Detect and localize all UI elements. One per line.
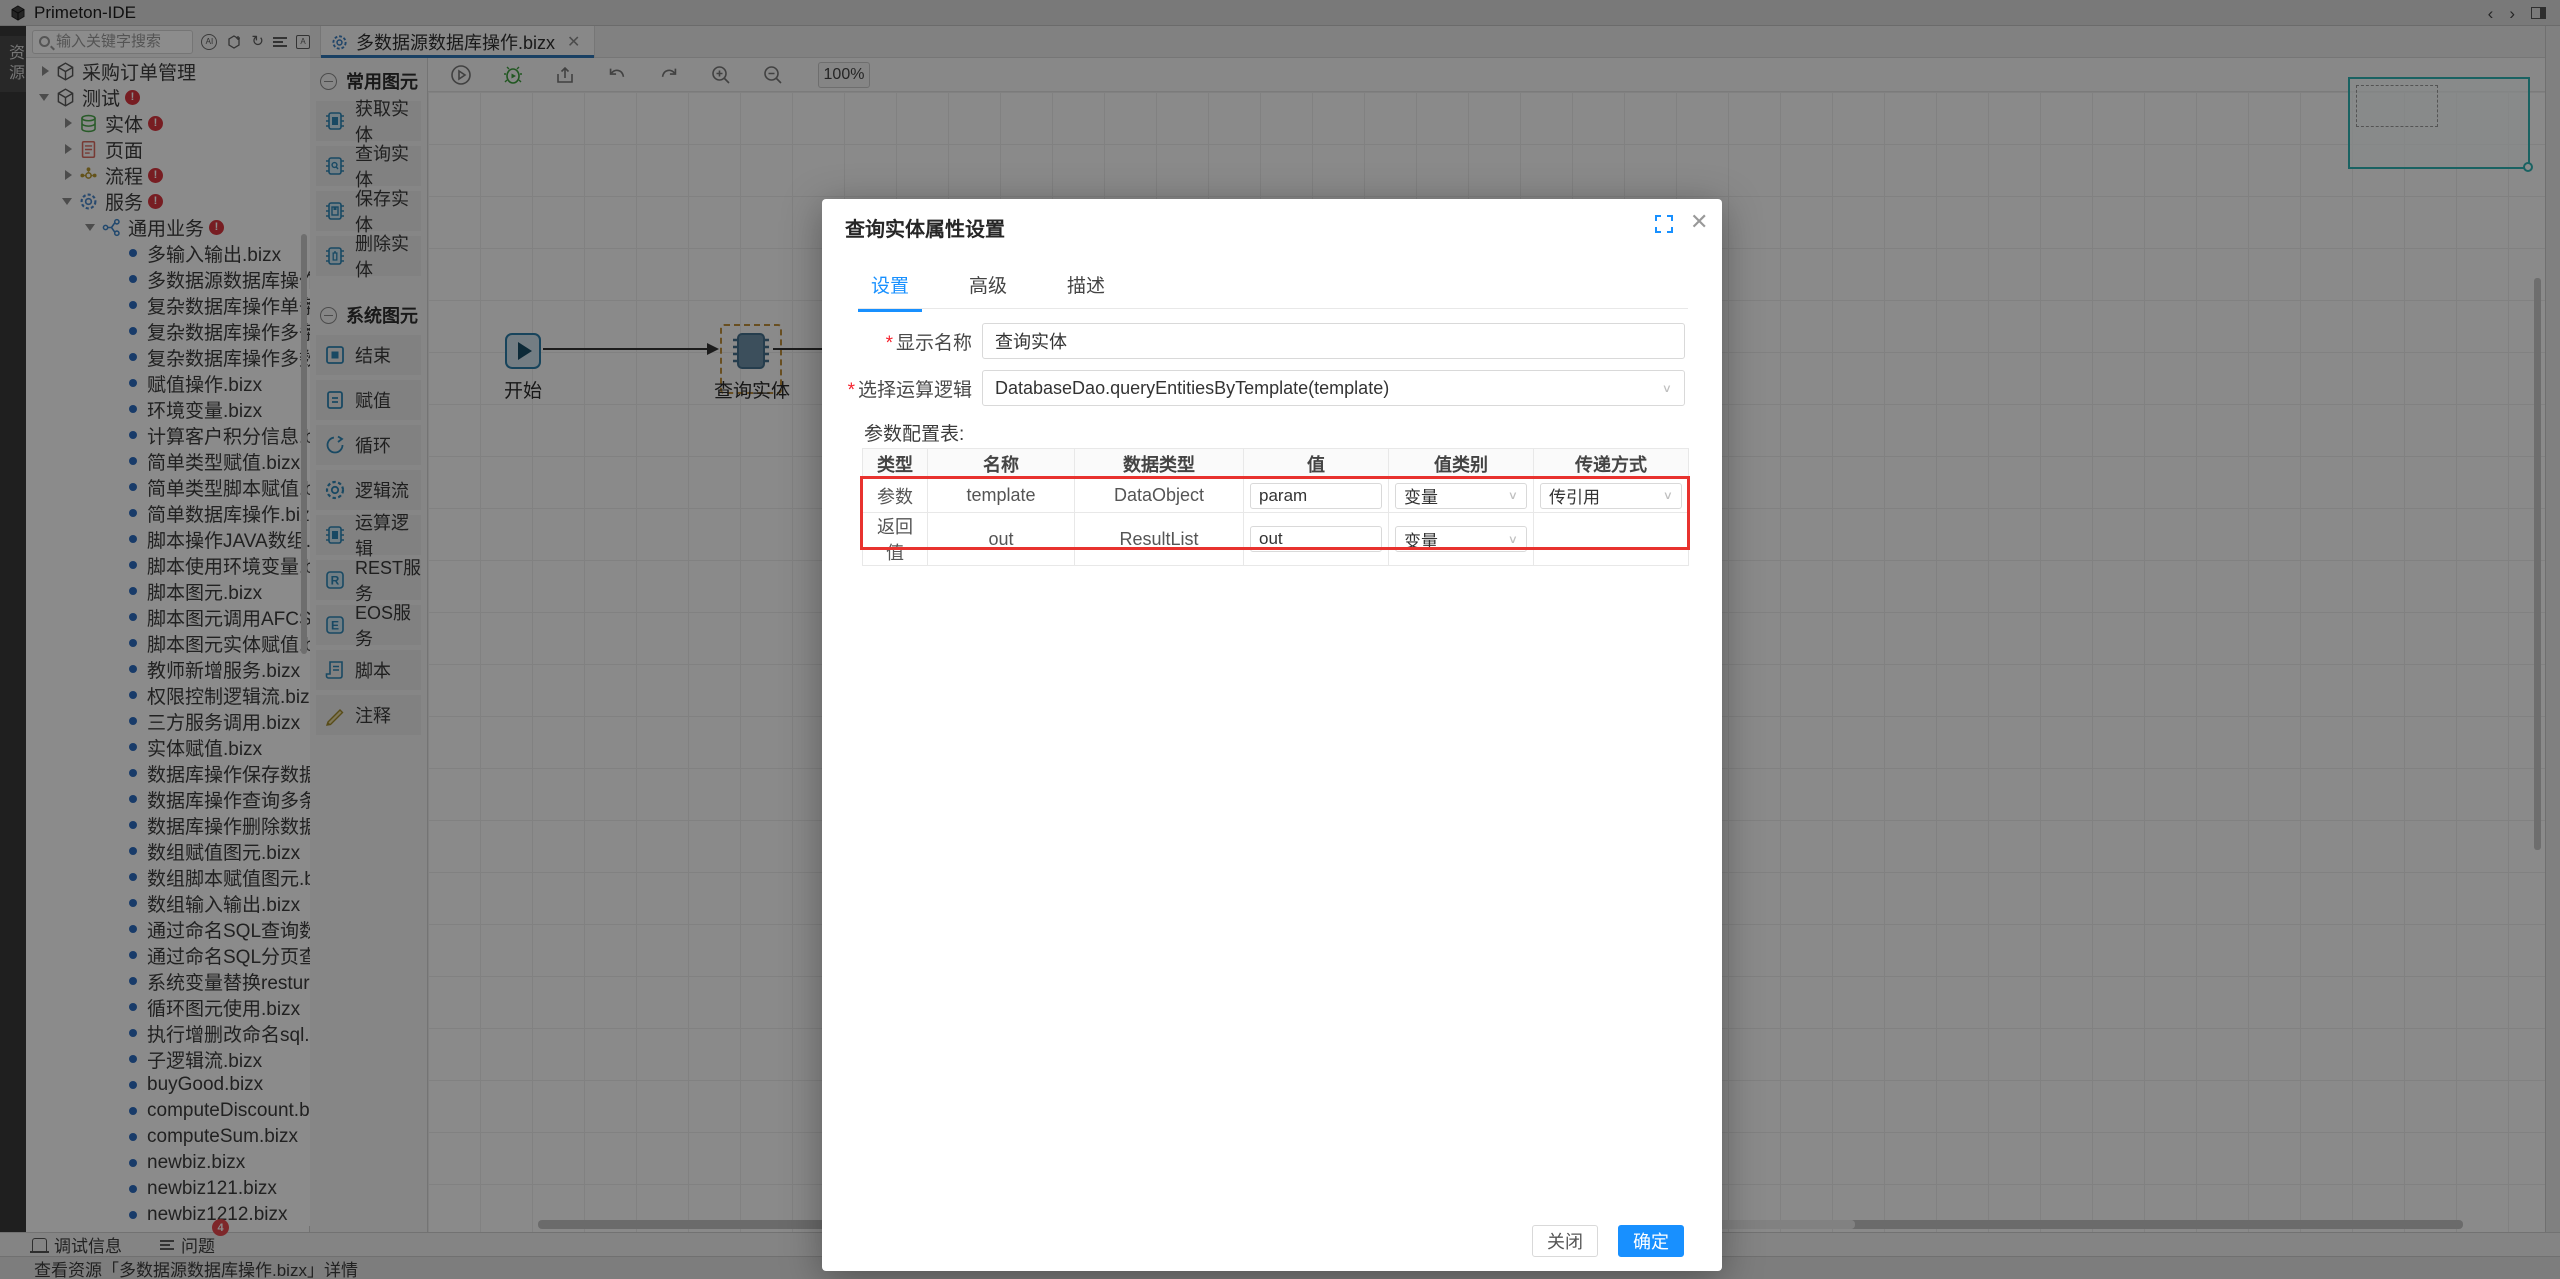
logic-select-value: DatabaseDao.queryEntitiesByTemplate(temp… [995,377,1390,398]
dialog-tab-description[interactable]: 描述 [1054,271,1118,312]
cell-type: 返回值 [862,512,928,566]
app-window: Primeton-IDE ‹ › 资源 AI ↻ A 采购订单管理测试!实体!页… [0,0,2560,1279]
chevron-down-icon: ∨ [1662,488,1673,502]
cell-name: out [927,512,1075,566]
dialog-tabs: 设置 高级 描述 [858,271,1152,312]
col-pass-mode: 传递方式 [1533,448,1689,479]
param-table-caption: 参数配置表: [864,424,965,445]
col-type: 类型 [862,448,928,479]
query-entity-properties-dialog: 查询实体属性设置 ✕ 设置 高级 描述 *显示名称 *选择运算逻辑 Databa… [822,199,1722,1271]
dialog-tab-divider [858,308,1688,309]
param-pass-mode-select[interactable]: 传引用 ∨ [1540,482,1682,509]
param-table-header-row: 类型 名称 数据类型 值 值类别 传递方式 [862,448,1689,479]
return-value-kind-value: 变量 [1404,531,1438,551]
param-row: 参数 template DataObject 变量 ∨ 传引用 ∨ [862,478,1689,513]
logic-select-label: * 选择运算逻辑 [847,379,972,401]
col-value: 值 [1243,448,1389,479]
return-row: 返回值 out ResultList 变量 ∨ [862,512,1689,566]
required-asterisk: * [847,379,855,401]
chevron-down-icon: ∨ [1507,488,1518,502]
cell-name: template [927,478,1075,513]
chevron-down-icon: ∨ [1661,381,1672,394]
dialog-tab-advanced[interactable]: 高级 [956,271,1020,312]
return-value-kind-select[interactable]: 变量 ∨ [1395,526,1527,552]
col-name: 名称 [927,448,1075,479]
cell-datatype: ResultList [1074,512,1244,566]
display-name-row: * 显示名称 [822,323,1722,359]
dialog-title: 查询实体属性设置 [845,219,1005,241]
required-asterisk: * [885,332,893,354]
param-pass-mode-value: 传引用 [1549,488,1600,507]
display-name-input[interactable] [982,323,1685,359]
param-table: 类型 名称 数据类型 值 值类别 传递方式 参数 template DataOb… [862,448,1689,566]
ok-button[interactable]: 确定 [1618,1225,1684,1257]
param-value-input[interactable] [1250,482,1382,509]
cell-type: 参数 [862,478,928,513]
dialog-footer: 关闭 确定 [822,1211,1722,1271]
cell-datatype: DataObject [1074,478,1244,513]
close-button[interactable]: 关闭 [1532,1225,1598,1257]
cell-pass-mode-empty [1533,512,1689,566]
chevron-down-icon: ∨ [1507,532,1518,545]
param-value-kind-select[interactable]: 变量 ∨ [1395,482,1527,509]
dialog-close-icon[interactable]: ✕ [1690,209,1708,235]
logic-select[interactable]: DatabaseDao.queryEntitiesByTemplate(temp… [982,370,1685,406]
logic-select-row: * 选择运算逻辑 DatabaseDao.queryEntitiesByTempl… [822,370,1722,406]
col-datatype: 数据类型 [1074,448,1244,479]
dialog-tab-settings[interactable]: 设置 [858,271,922,312]
display-name-label: * 显示名称 [885,332,972,354]
return-value-input[interactable] [1250,526,1382,552]
param-value-kind-value: 变量 [1404,488,1438,507]
dialog-fullscreen-icon[interactable] [1655,215,1673,233]
col-value-kind: 值类别 [1388,448,1534,479]
